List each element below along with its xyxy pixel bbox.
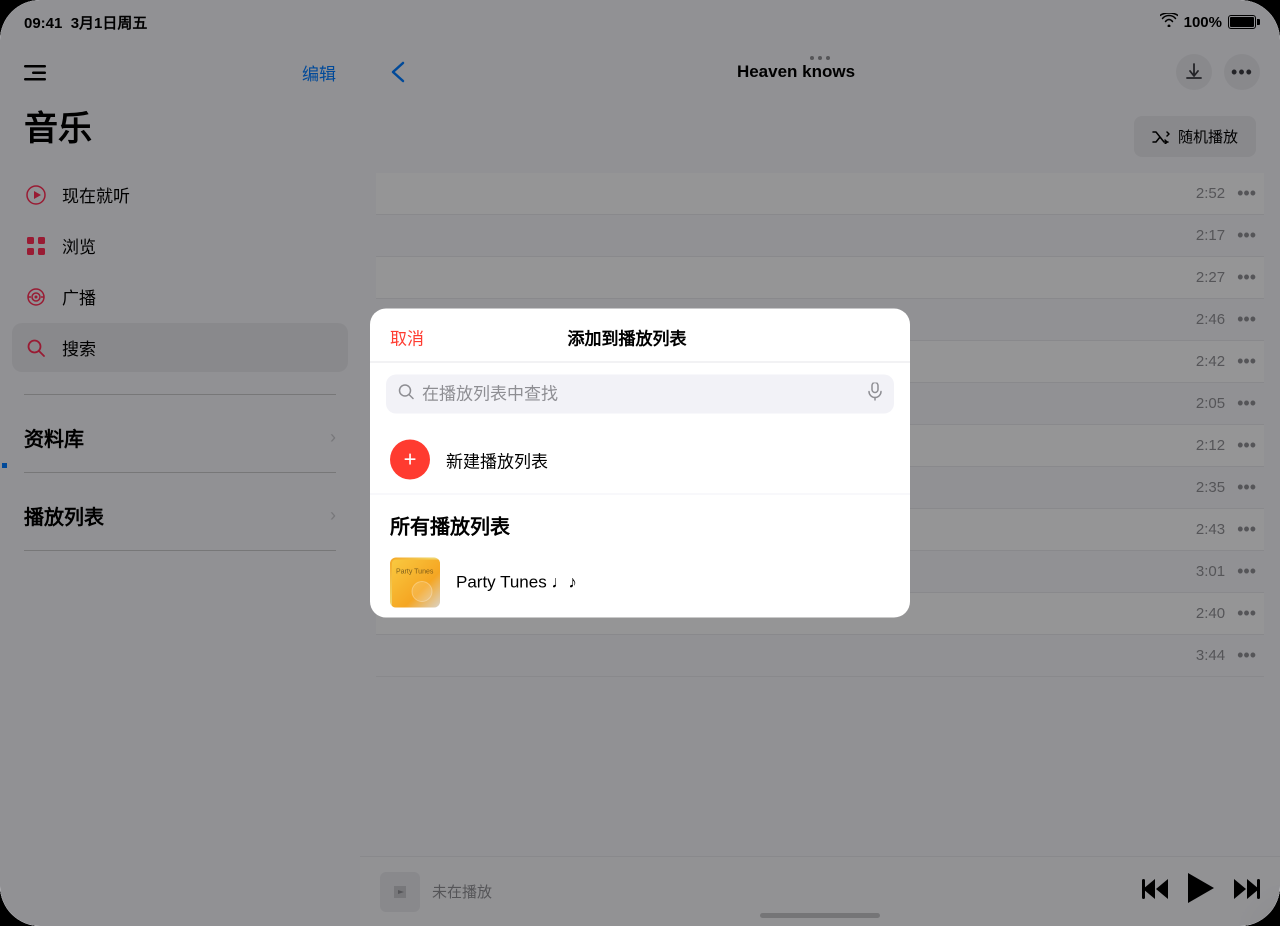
all-playlists-header: 所有播放列表	[370, 495, 910, 548]
svg-text:Party Tunes: Party Tunes	[396, 569, 434, 576]
mic-icon[interactable]	[868, 383, 882, 406]
playlist-thumbnail-inner: Party Tunes	[392, 560, 438, 606]
playlist-name: Party Tunes ♩♪	[456, 573, 577, 593]
search-input[interactable]	[422, 384, 860, 404]
playlist-info: Party Tunes ♩♪	[456, 573, 577, 593]
modal-cancel-button[interactable]: 取消	[390, 325, 424, 350]
playlist-item[interactable]: Party Tunes Party Tunes ♩♪	[370, 548, 910, 618]
search-icon-modal	[398, 384, 414, 405]
search-bar	[386, 375, 894, 414]
modal-search-container	[370, 363, 910, 426]
modal-body: + 新建播放列表 所有播放列表	[370, 426, 910, 618]
add-to-playlist-modal: 取消 添加到播放列表	[370, 309, 910, 618]
ipad-frame: 09:41 3月1日周五 100%	[0, 0, 1280, 926]
playlist-thumbnail: Party Tunes	[390, 558, 440, 608]
new-playlist-row[interactable]: + 新建播放列表	[370, 426, 910, 495]
plus-circle-icon: +	[390, 440, 430, 480]
modal-title: 添加到播放列表	[568, 325, 687, 350]
new-playlist-label: 新建播放列表	[446, 447, 548, 472]
modal-header: 取消 添加到播放列表	[370, 309, 910, 363]
